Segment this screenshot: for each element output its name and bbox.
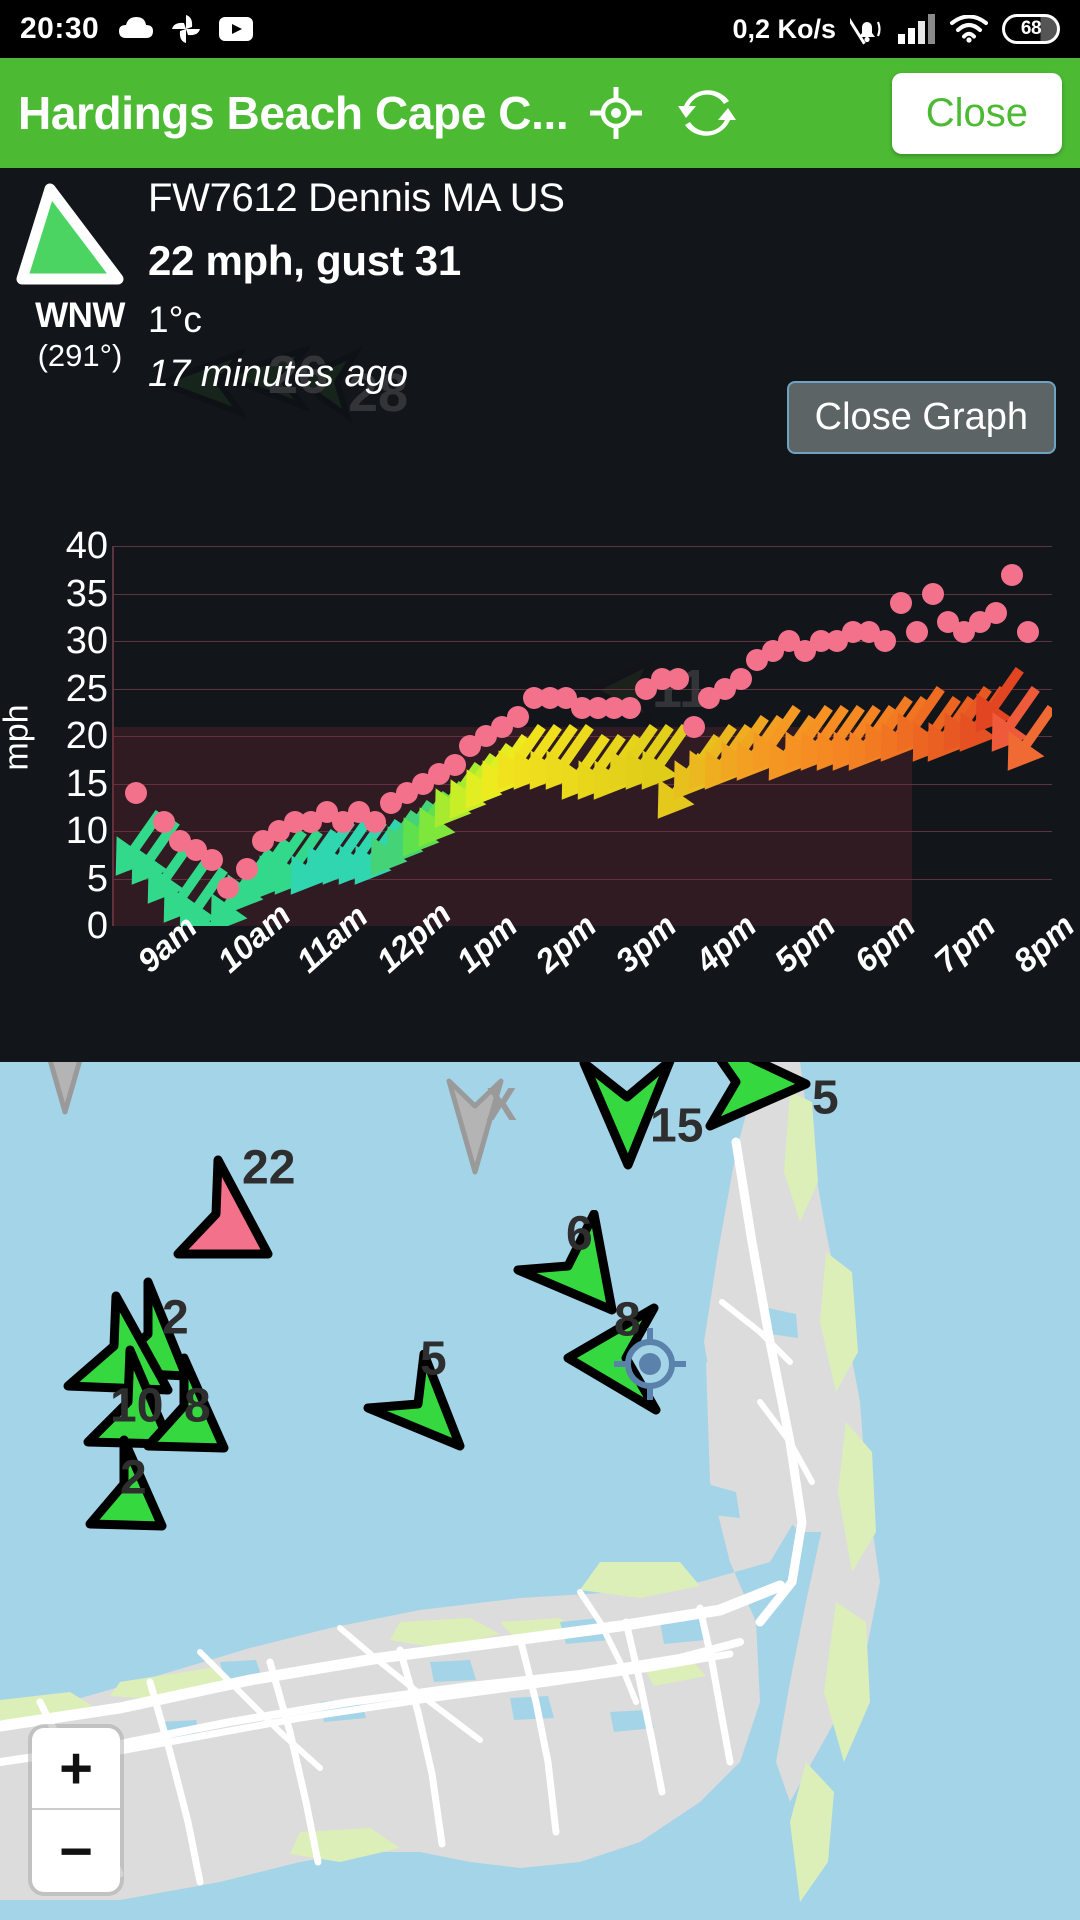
battery-level: 68 [1020,18,1042,39]
wind-map[interactable]: 5 15 22 6 8 2 10 8 5 2 X X [0,1062,1080,1920]
wind-marker-value: 5 [420,1332,447,1386]
chart-y-tick: 0 [86,905,108,947]
chart-y-tick: 5 [86,857,108,900]
chart-gust-dot [236,858,259,880]
chart-gridline [112,593,1052,595]
wind-history-chart: mph 40 35 30 25 20 15 10 5 0 9am 10am 11am 12pm 1pm 2… [0,378,1080,1062]
chart-gust-dot [873,630,896,652]
status-right-cluster: 0,2 Ko/s 68 [732,12,1060,46]
chart-gust-dot [507,706,530,728]
chart-y-axis: 40 35 30 25 20 15 10 5 0 [0,378,108,1062]
station-name: FW7612 Dennis MA US [148,176,565,220]
chart-gust-dot [666,668,689,690]
chart-gust-dot [889,592,912,614]
chart-y-tick: 40 [65,525,108,567]
chart-gust-dot [200,848,223,871]
chart-gust-dot [124,782,147,804]
station-detail-panel: 26 28 11 WNW (291°) FW7612 Dennis MA US … [0,168,1080,1062]
zoom-out-button[interactable]: − [32,1810,120,1892]
wind-marker-value: 22 [242,1141,296,1195]
chart-gust-dot [152,810,175,833]
chart-gust-dot [1001,563,1024,586]
wind-marker-value: 2 [120,1451,147,1505]
status-bar: 20:30 0,2 Ko/s 68 [0,0,1080,58]
chart-gust-dot [443,753,466,776]
app-header: Hardings Beach Cape C... Close [0,58,1080,168]
current-location-icon[interactable] [614,1328,686,1400]
header-action-icons [590,84,737,142]
wind-marker-arrow-icon[interactable] [694,1062,814,1136]
wind-direction-label: WNW [35,296,125,335]
cloud-icon [119,17,154,38]
wind-marker-value: 15 [650,1099,704,1153]
station-temperature: 1°c [148,299,202,340]
chart-gust-dot [682,715,705,738]
chart-y-tick: 30 [65,620,108,662]
station-info: FW7612 Dennis MA US 22 mph, gust 31 1°c … [148,176,565,396]
signal-icon [898,14,935,44]
chart-gust-dot [985,601,1008,624]
refresh-icon[interactable] [678,84,737,142]
battery-indicator: 68 [1002,14,1060,44]
chart-gust-dot [1017,620,1040,643]
chart-gridline [112,546,1052,547]
wind-marker-value: X [486,1078,517,1130]
page-title: Hardings Beach Cape C... [18,87,569,139]
close-button[interactable]: Close [891,72,1062,154]
wifi-icon [950,15,988,43]
wind-marker-value: 6 [566,1207,593,1261]
chart-y-tick: 25 [65,667,108,710]
wind-marker-value: 8 [184,1379,211,1433]
wind-marker-arrow-icon[interactable] [362,1350,472,1460]
bell-muted-icon [850,17,881,45]
chart-gust-dot [618,696,641,719]
data-rate-text: 0,2 Ko/s [732,13,836,44]
chart-y-tick: 35 [65,572,108,615]
wind-marker-value: 5 [812,1071,839,1125]
station-wind: 22 mph, gust 31 [148,237,461,284]
status-clock: 20:30 [20,12,100,45]
chart-gust-dot [921,582,944,605]
zoom-in-button[interactable]: + [32,1728,120,1810]
chart-plot-area [112,546,1052,926]
chart-gust-dot [905,620,928,643]
wind-direction-arrow-icon [16,183,124,285]
chart-y-tick: 15 [65,762,108,805]
chart-gust-dot [730,668,753,690]
chart-gust-dot [216,877,239,899]
wind-marker-arrow-icon[interactable] [30,1062,100,1122]
photos-icon [172,15,201,43]
chart-gust-dot [363,810,386,833]
youtube-icon [219,17,254,41]
chart-y-tick: 10 [65,810,108,852]
crosshair-icon[interactable] [590,87,643,139]
chart-y-tick: 20 [65,715,108,757]
wind-direction-degrees: (291°) [37,338,123,373]
notification-icons [119,14,254,44]
map-zoom-controls[interactable]: + − [32,1728,120,1892]
